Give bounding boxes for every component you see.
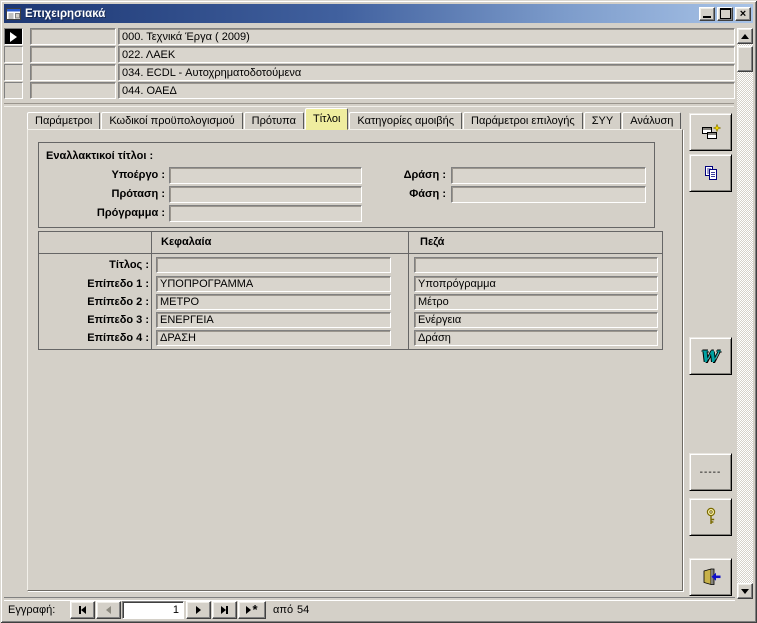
form-icon bbox=[6, 8, 21, 20]
window-title: Επιχειρησιακά bbox=[25, 8, 697, 20]
minimize-icon bbox=[703, 16, 711, 18]
scrollbar-down-button[interactable] bbox=[737, 583, 753, 599]
last-record-icon bbox=[226, 606, 228, 614]
table-header-divider bbox=[39, 253, 662, 254]
titlos-kefalaia-field[interactable] bbox=[156, 257, 391, 273]
tab-analysi[interactable]: Ανάλυση bbox=[622, 112, 681, 130]
dashes-button[interactable]: ----- bbox=[689, 453, 732, 491]
tab-syy[interactable]: ΣΥΥ bbox=[584, 112, 621, 130]
titles-table: Κεφαλαία Πεζά Τίτλος : Επίπεδο 1 : Επίπε… bbox=[38, 231, 663, 350]
record-code-box[interactable] bbox=[30, 64, 116, 81]
nav-new-record-button[interactable]: * bbox=[238, 601, 266, 619]
drasi-field[interactable] bbox=[451, 167, 646, 184]
record-count-of-label: από bbox=[273, 603, 293, 617]
epipedo2-kefalaia-field[interactable] bbox=[156, 294, 391, 310]
fasi-field[interactable] bbox=[451, 186, 646, 203]
row-label-titlos: Τίτλος : bbox=[41, 257, 149, 273]
record-count-total: 54 bbox=[297, 603, 309, 617]
protasi-field[interactable] bbox=[169, 186, 362, 203]
record-number-input[interactable] bbox=[122, 601, 184, 619]
tab-strip: Παράμετροι Κωδικοί προϋπολογισμού Πρότυπ… bbox=[27, 108, 682, 130]
drasi-label: Δράση : bbox=[349, 167, 446, 183]
fasi-label: Φάση : bbox=[349, 186, 446, 202]
programma-field[interactable] bbox=[169, 205, 362, 222]
tab-kodikoi-proypologismou[interactable]: Κωδικοί προϋπολογισμού bbox=[101, 112, 242, 130]
first-record-icon bbox=[81, 606, 86, 614]
record-code-box[interactable] bbox=[30, 82, 116, 99]
new-record-nav-icon: * bbox=[252, 606, 257, 614]
epipedo2-peza-field[interactable] bbox=[414, 294, 658, 310]
tab-protypa[interactable]: Πρότυπα bbox=[244, 112, 304, 130]
maximize-button[interactable] bbox=[717, 7, 733, 21]
key-button[interactable] bbox=[689, 498, 732, 536]
record-code-box[interactable] bbox=[30, 46, 116, 63]
row-label-epipedo2: Επίπεδο 2 : bbox=[41, 294, 149, 310]
record-selector[interactable] bbox=[4, 82, 23, 99]
nav-last-button[interactable] bbox=[212, 601, 237, 619]
close-button[interactable]: × bbox=[735, 7, 751, 21]
epipedo4-kefalaia-field[interactable] bbox=[156, 330, 391, 346]
arrow-down-icon bbox=[741, 589, 749, 594]
new-record-icon bbox=[701, 124, 721, 140]
next-record-icon bbox=[196, 606, 201, 614]
protasi-label: Πρόταση : bbox=[41, 186, 165, 202]
record-selector-current[interactable] bbox=[4, 28, 23, 45]
epipedo1-peza-field[interactable] bbox=[414, 276, 658, 292]
section-divider bbox=[4, 103, 734, 107]
record-selector[interactable] bbox=[4, 64, 23, 81]
app-window: Επιχειρησιακά × 000. Τεχνικά Έργα ( 2009… bbox=[0, 0, 757, 623]
maximize-icon bbox=[720, 8, 731, 19]
titlos-peza-field[interactable] bbox=[414, 257, 658, 273]
tab-parametroi-epilogis[interactable]: Παράμετροι επιλογής bbox=[463, 112, 583, 130]
dashes-icon: ----- bbox=[700, 467, 722, 478]
scrollbar-thumb[interactable] bbox=[737, 46, 753, 72]
exit-door-icon bbox=[700, 568, 722, 586]
tab-parametroi[interactable]: Παράμετροι bbox=[27, 112, 100, 130]
record-title-box[interactable]: 000. Τεχνικά Έργα ( 2009) bbox=[118, 28, 735, 45]
row-label-epipedo1: Επίπεδο 1 : bbox=[41, 276, 149, 292]
scrollbar-up-button[interactable] bbox=[737, 28, 753, 44]
word-export-button[interactable]: W bbox=[689, 337, 732, 375]
alt-titles-groupbox: Εναλλακτικοί τίτλοι : Υποέργο : Δράση : … bbox=[38, 142, 655, 228]
record-title-box[interactable]: 022. ΛΑΕΚ bbox=[118, 46, 735, 63]
nav-previous-button[interactable] bbox=[96, 601, 121, 619]
title-bar: Επιχειρησιακά × bbox=[4, 4, 753, 23]
epipedo4-peza-field[interactable] bbox=[414, 330, 658, 346]
arrow-up-icon bbox=[741, 34, 749, 39]
tab-titloi[interactable]: Τίτλοι bbox=[305, 108, 348, 130]
row-label-epipedo3: Επίπεδο 3 : bbox=[41, 312, 149, 328]
row-label-epipedo4: Επίπεδο 4 : bbox=[41, 330, 149, 346]
form-scrollbar[interactable] bbox=[737, 28, 753, 599]
epipedo3-peza-field[interactable] bbox=[414, 312, 658, 328]
alt-titles-section-label: Εναλλακτικοί τίτλοι : bbox=[46, 150, 153, 162]
ypoergo-field[interactable] bbox=[169, 167, 362, 184]
record-selector[interactable] bbox=[4, 46, 23, 63]
word-icon: W bbox=[702, 347, 720, 366]
programma-label: Πρόγραμμα : bbox=[41, 205, 165, 221]
minimize-button[interactable] bbox=[699, 7, 715, 21]
copy-icon bbox=[703, 165, 719, 181]
previous-record-icon bbox=[106, 606, 111, 614]
ypoergo-label: Υποέργο : bbox=[41, 167, 165, 183]
close-icon: × bbox=[740, 9, 746, 19]
table-divider bbox=[408, 232, 409, 349]
current-record-arrow-icon bbox=[10, 32, 17, 42]
header-peza: Πεζά bbox=[420, 236, 444, 248]
nav-next-button[interactable] bbox=[186, 601, 211, 619]
new-record-button[interactable] bbox=[689, 113, 732, 151]
record-nav-label: Εγγραφή: bbox=[8, 603, 55, 617]
tab-katigories-amoivis[interactable]: Κατηγορίες αμοιβής bbox=[349, 112, 462, 130]
key-icon bbox=[705, 507, 717, 527]
epipedo1-kefalaia-field[interactable] bbox=[156, 276, 391, 292]
nav-first-button[interactable] bbox=[70, 601, 95, 619]
epipedo3-kefalaia-field[interactable] bbox=[156, 312, 391, 328]
record-title-box[interactable]: 034. ECDL - Αυτοχρηματοδοτούμενα bbox=[118, 64, 735, 81]
header-kefalaia: Κεφαλαία bbox=[161, 236, 211, 248]
record-code-box[interactable] bbox=[30, 28, 116, 45]
copy-button[interactable] bbox=[689, 154, 732, 192]
new-record-nav-icon bbox=[246, 606, 251, 614]
exit-button[interactable] bbox=[689, 558, 732, 596]
table-divider bbox=[151, 232, 152, 349]
record-title-box[interactable]: 044. ΟΑΕΔ bbox=[118, 82, 735, 99]
